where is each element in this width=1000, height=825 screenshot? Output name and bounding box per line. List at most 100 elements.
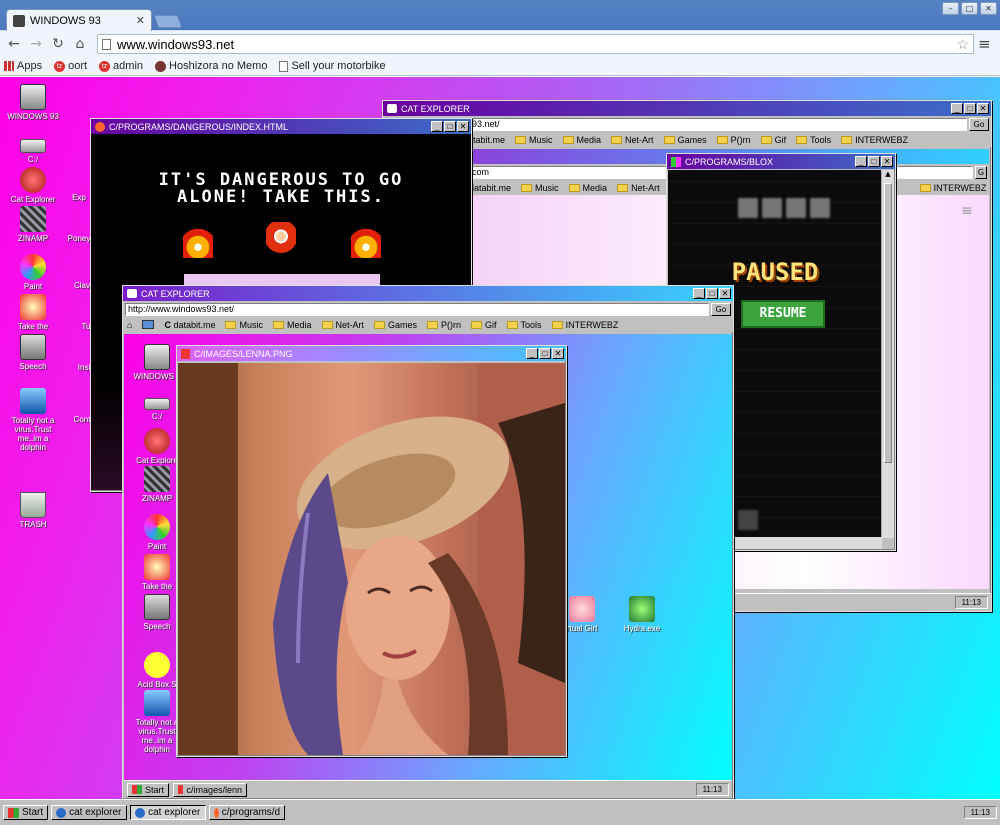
- bookmark-porn[interactable]: P()rn: [427, 320, 461, 330]
- scroll-up-icon[interactable]: ▲: [882, 170, 894, 182]
- inner-start-button[interactable]: Start: [127, 782, 170, 797]
- desktop-icon-windows93[interactable]: WINDOWS 93: [4, 84, 62, 121]
- minimize-button[interactable]: _: [693, 288, 705, 299]
- bookmark-media[interactable]: Media: [562, 135, 601, 145]
- task-cat-explorer-2[interactable]: cat explorer: [130, 805, 207, 820]
- vertical-scrollbar[interactable]: ▲: [881, 170, 894, 538]
- home-icon[interactable]: ⌂: [127, 320, 132, 330]
- task-cat-explorer-1[interactable]: cat explorer: [51, 805, 128, 820]
- url-field[interactable]: 93.net/: [385, 117, 967, 131]
- folder-icon: [471, 321, 483, 330]
- reload-icon[interactable]: ↻: [50, 36, 66, 52]
- bookmark-tools[interactable]: Tools: [796, 135, 831, 145]
- desktop-icon-cat-explorer[interactable]: Cat Explorer: [4, 167, 62, 204]
- back-arrow-icon[interactable]: ←: [6, 36, 22, 52]
- maximize-button[interactable]: □: [444, 121, 456, 132]
- folder-icon: [551, 321, 563, 330]
- bookmark-games[interactable]: Games: [663, 135, 707, 145]
- desktop-icon-c-drive[interactable]: C:/: [4, 133, 62, 164]
- new-tab-button[interactable]: [153, 15, 183, 28]
- bookmark-oort[interactable]: tz oort: [54, 60, 87, 72]
- bookmark-hoshizora[interactable]: Hoshizora no Memo: [155, 60, 267, 72]
- bookmark-motorbike[interactable]: Sell your motorbike: [279, 60, 386, 72]
- bookmark-star-icon[interactable]: ☆: [956, 36, 969, 53]
- maximize-button[interactable]: □: [964, 103, 976, 114]
- desktop-icon-trash[interactable]: TRASH: [4, 492, 62, 529]
- bookmark-tools[interactable]: Tools: [506, 320, 542, 330]
- bookmark-databit[interactable]: C databit.me: [164, 320, 215, 330]
- bookmark-gif[interactable]: Gif: [471, 320, 497, 330]
- task-programs-dangerous[interactable]: c/programs/d: [209, 805, 286, 820]
- paint-palette-icon: [144, 514, 170, 540]
- bookmark-music[interactable]: Music: [515, 135, 553, 145]
- bookmark-apps[interactable]: Apps: [4, 60, 42, 72]
- screen-icon[interactable]: [142, 320, 155, 329]
- scroll-thumb[interactable]: [884, 183, 892, 463]
- bookmark-media[interactable]: Media: [272, 320, 312, 330]
- desktop-icon-dolphin[interactable]: Totally not a virus.Trust me..im a dolph…: [4, 388, 62, 452]
- desktop-icon-take-the[interactable]: Take the: [4, 294, 62, 331]
- go-button[interactable]: Go: [969, 117, 989, 131]
- inner-task-lenna[interactable]: c/images/lenn: [173, 782, 248, 797]
- menu-icon[interactable]: ≡: [978, 36, 994, 52]
- maximize-button[interactable]: □: [539, 348, 551, 359]
- bookmark-net-art[interactable]: Net-Art: [321, 320, 364, 330]
- minimize-window-button[interactable]: –: [942, 2, 959, 15]
- browser-tab[interactable]: WINDOWS 93 ✕: [6, 9, 152, 31]
- app-icon: [214, 807, 219, 818]
- minimize-button[interactable]: _: [855, 156, 867, 167]
- nested-bookmark-music[interactable]: Music: [521, 183, 559, 193]
- url-field[interactable]: http://www.windows93.net/: [125, 302, 709, 316]
- minimize-button[interactable]: _: [951, 103, 963, 114]
- close-button[interactable]: ✕: [552, 348, 564, 359]
- nested-go-button[interactable]: G: [975, 165, 987, 179]
- close-button[interactable]: ✕: [881, 156, 893, 167]
- nested-bookmark-interwebz[interactable]: INTERWEBZ: [919, 183, 986, 193]
- close-window-button[interactable]: ✕: [980, 2, 997, 15]
- desktop-icon-speech[interactable]: Speech: [4, 334, 62, 371]
- window-titlebar[interactable]: CAT EXPLORER _ □ ✕: [123, 286, 733, 301]
- hydra-icon: [629, 596, 655, 622]
- maximize-button[interactable]: □: [706, 288, 718, 299]
- close-button[interactable]: ✕: [719, 288, 731, 299]
- window-titlebar[interactable]: C/IMAGES/LENNA.PNG _ □ ✕: [177, 346, 566, 361]
- bookmark-interwebz[interactable]: INTERWEBZ: [841, 135, 908, 145]
- window-titlebar[interactable]: C/PROGRAMS/BLOX _ □ ✕: [667, 154, 895, 169]
- folder-icon: [841, 136, 853, 145]
- go-button[interactable]: Go: [711, 302, 731, 316]
- nested-bookmark-databit[interactable]: databit.me: [469, 183, 511, 193]
- desktop-icon-zinamp[interactable]: ZINAMP: [4, 206, 62, 243]
- cat-explorer-icon: [20, 167, 46, 193]
- bookmark-databit[interactable]: tabit.me: [473, 135, 505, 145]
- block-cell: [786, 198, 806, 218]
- window-titlebar[interactable]: CAT EXPLORER _ □ ✕: [383, 101, 991, 116]
- bookmark-music[interactable]: Music: [225, 320, 263, 330]
- address-bar[interactable]: www.windows93.net ☆: [97, 34, 974, 54]
- resume-button[interactable]: RESUME: [741, 300, 825, 328]
- bookmark-admin[interactable]: tz admin: [99, 60, 143, 72]
- bookmark-gif[interactable]: Gif: [760, 135, 786, 145]
- forward-arrow-icon[interactable]: →: [28, 36, 44, 52]
- close-button[interactable]: ✕: [457, 121, 469, 132]
- home-icon[interactable]: ⌂: [72, 36, 88, 52]
- maximize-window-button[interactable]: □: [961, 2, 978, 15]
- start-button[interactable]: Start: [3, 805, 49, 820]
- nested-bookmark-net-art[interactable]: Net-Art: [617, 183, 660, 193]
- tab-close-icon[interactable]: ✕: [136, 14, 145, 27]
- bookmark-net-art[interactable]: Net-Art: [611, 135, 654, 145]
- window-titlebar[interactable]: C/PROGRAMS/DANGEROUS/INDEX.HTML _ □ ✕: [91, 119, 471, 134]
- inner-icon-hydra[interactable]: Hydra.exe: [612, 596, 672, 633]
- desktop-icon-paint[interactable]: Paint: [4, 254, 62, 291]
- minimize-button[interactable]: _: [431, 121, 443, 132]
- nested-bookmark-media[interactable]: Media: [568, 183, 607, 193]
- close-button[interactable]: ✕: [977, 103, 989, 114]
- admin-icon: tz: [99, 60, 111, 72]
- hamburger-icon[interactable]: ≡: [961, 203, 973, 219]
- bookmark-porn[interactable]: P()rn: [716, 135, 751, 145]
- bookmark-interwebz[interactable]: INTERWEBZ: [551, 320, 618, 330]
- page-icon: [102, 38, 111, 50]
- minimize-button[interactable]: _: [526, 348, 538, 359]
- cat-icon: [135, 807, 146, 818]
- bookmark-games[interactable]: Games: [374, 320, 417, 330]
- maximize-button[interactable]: □: [868, 156, 880, 167]
